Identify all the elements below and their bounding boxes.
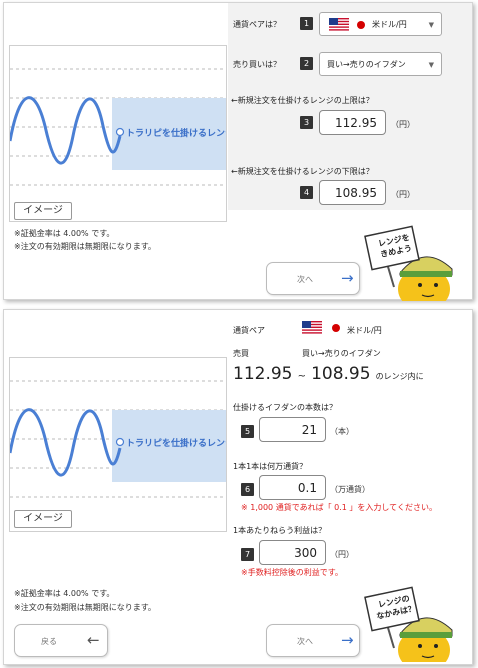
step-badge-2: 2 [300,57,313,70]
range-marker [115,127,125,137]
back-button[interactable]: 戻る ← [14,624,108,657]
type-summary-label: 売買 [233,349,249,358]
jp-flag-icon [332,324,340,332]
back-button-label: 戻る [41,637,57,646]
arrow-left-icon: ← [87,631,100,649]
range-lower-value: 108.95 [311,364,371,384]
profit-question: 1本あたりねらう利益は？ [233,526,327,535]
us-flag-icon [329,18,349,31]
step-badge-1: 1 [300,17,313,30]
next-button[interactable]: 次へ → [266,624,360,657]
pair-summary-label: 通貨ペア [233,326,265,335]
price-wave [10,408,122,477]
margin-note: ※証拠金率は 4.00% です。 [14,229,115,238]
us-flag-icon [302,321,322,334]
order-type-select-value: 買い→売りのイフダン [327,60,406,69]
pair-select-value: 米ドル/円 [372,20,407,29]
chevron-down-icon: ▼ [428,61,434,69]
image-button[interactable]: イメージ [14,202,72,220]
step-badge-6: 6 [241,483,254,496]
mascot: レンジの なかみは？ [364,586,464,668]
range-chart: トラリピを仕掛けるレンジ [9,357,227,532]
pair-select[interactable]: 米ドル/円 ▼ [319,12,442,36]
type-summary-value: 買い→売りのイフダン [302,349,381,358]
lower-unit: （円） [391,190,415,199]
order-count-input[interactable]: 21 [259,417,326,442]
upper-unit: （円） [391,120,415,129]
profit-unit: （円） [330,550,354,559]
next-button-label: 次へ [297,637,313,646]
step1-panel: トラリピを仕掛けるレンジ イメージ ※証拠金率は 4.00% です。 ※注文の有… [3,2,473,311]
upper-limit-input[interactable]: 112.95 [319,110,386,135]
range-tilde: ~ [297,371,306,382]
range-upper-value: 112.95 [233,364,293,384]
upper-question: ←新規注文を仕掛けるレンジの上限は？ [231,96,374,105]
expiry-note: ※注文の有効期限は無期限になります。 [14,242,156,251]
size-question: 1本1本は何万通貨？ [233,462,308,471]
step2-panel: トラリピを仕掛けるレンジ イメージ 通貨ペア 米ドル/円 売買 買い→売りのイフ… [3,309,473,668]
step-badge-4: 4 [300,186,313,199]
count-question: 仕掛けるイフダンの本数は？ [233,403,337,412]
arrow-right-icon: → [341,269,354,287]
profit-input[interactable]: 300 [259,540,326,565]
size-unit: （万通貨） [330,485,370,494]
margin-note: ※証拠金率は 4.00% です。 [14,589,115,598]
lower-question: ←新規注文を仕掛けるレンジの下限は？ [231,167,374,176]
jp-flag-icon [357,21,365,29]
arrow-right-icon: → [341,631,354,649]
order-type-select[interactable]: 買い→売りのイフダン ▼ [319,52,442,76]
image-button[interactable]: イメージ [14,510,72,528]
step-badge-7: 7 [241,548,254,561]
range-label: トラリピを仕掛けるレンジ [126,439,227,449]
range-label: トラリピを仕掛けるレンジ [126,129,227,139]
range-suffix: のレンジ内に [375,372,424,381]
count-unit: （本） [330,427,354,436]
step-badge-5: 5 [241,425,254,438]
step-badge-3: 3 [300,116,313,129]
chevron-down-icon: ▼ [428,21,434,29]
size-note: ※ 1,000 通貨であれば「 0.1 」を入力してください。 [241,503,437,512]
range-marker [115,437,125,447]
lot-size-input[interactable]: 0.1 [259,475,326,500]
range-summary: 112.95 ~ 108.95 のレンジ内に [233,364,424,384]
pair-summary-value: 米ドル/円 [347,326,382,335]
mascot: レンジを きめよう [364,225,464,311]
expiry-note: ※注文の有効期限は無期限になります。 [14,603,156,612]
range-chart: トラリピを仕掛けるレンジ [9,45,227,222]
price-wave [10,96,122,165]
pair-question: 通貨ペアは？ [233,20,281,29]
lower-limit-input[interactable]: 108.95 [319,180,386,205]
profit-note: ※手数料控除後の利益です。 [241,568,343,577]
next-button[interactable]: 次へ → [266,262,360,295]
next-button-label: 次へ [297,275,313,284]
type-question: 売り買いは？ [233,60,281,69]
